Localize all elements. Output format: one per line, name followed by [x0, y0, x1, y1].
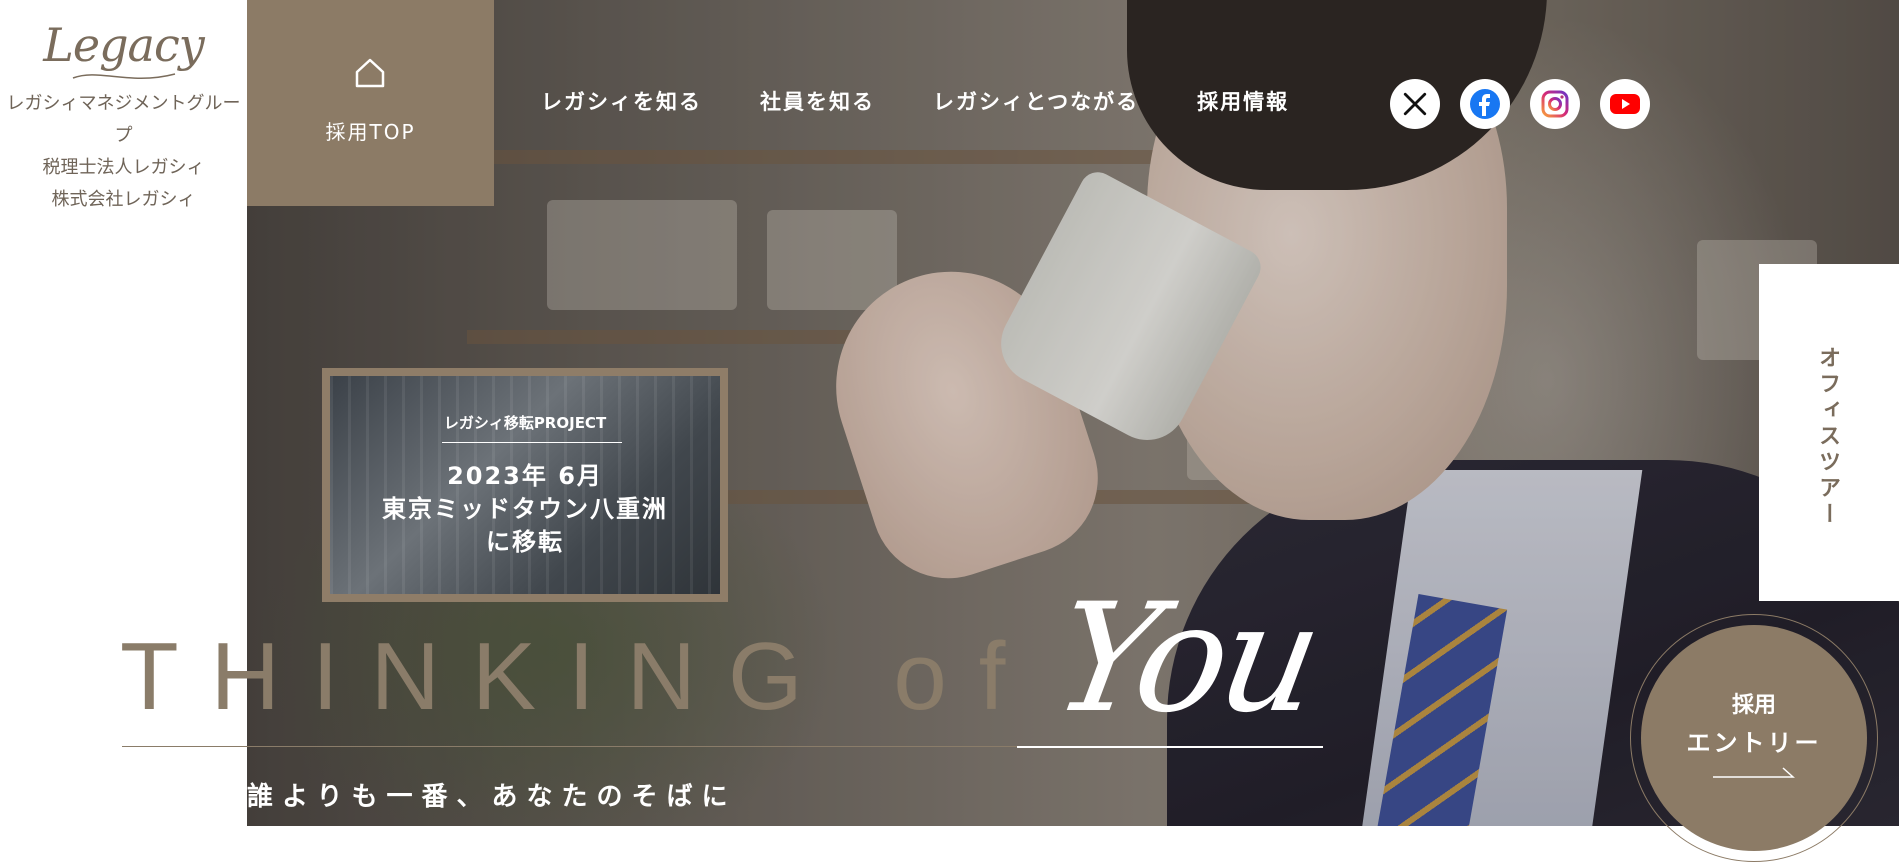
- office-tour-label: オフィスツアー: [1815, 346, 1840, 528]
- company-names: レガシィマネジメントグループ 税理士法人レガシィ 株式会社レガシィ: [0, 88, 247, 216]
- banner-date: 2023年 6月: [447, 462, 603, 490]
- recruit-top-label: 採用TOP: [325, 120, 416, 144]
- headline-underline-accent: [1017, 746, 1323, 748]
- banner-text: 2023年 6月 東京ミッドタウン八重洲 に移転: [330, 460, 720, 559]
- banner-location: 東京ミッドタウン八重洲: [382, 495, 668, 523]
- x-icon: [1403, 92, 1427, 116]
- nav-item-staff[interactable]: 社員を知る: [760, 86, 875, 116]
- instagram-icon: [1541, 90, 1569, 118]
- youtube-icon: [1610, 94, 1640, 114]
- legacy-logo: Legacy: [43, 18, 204, 72]
- relocation-banner[interactable]: レガシィ移転PROJECT 2023年 6月 東京ミッドタウン八重洲 に移転: [322, 368, 728, 602]
- banner-move: に移転: [486, 528, 564, 556]
- company-name: 税理士法人レガシィ: [42, 157, 205, 178]
- banner-label: レガシィ移転PROJECT: [443, 414, 607, 432]
- entry-label-2: エントリー: [1686, 729, 1822, 757]
- recruit-top-button[interactable]: 採用TOP: [247, 0, 494, 206]
- hero-headline: THINKING of: [120, 623, 1038, 730]
- office-tour-tab[interactable]: オフィスツアー: [1759, 264, 1899, 601]
- company-name: レガシィマネジメントグループ: [6, 93, 241, 146]
- logo-swirl-icon: [72, 73, 175, 80]
- x-link[interactable]: [1390, 79, 1440, 129]
- facebook-icon: [1470, 89, 1500, 119]
- hero-script-word: You: [1042, 572, 1329, 746]
- headline-underline: [122, 746, 1017, 747]
- social-links: [1390, 79, 1650, 129]
- hero-subtitle: 誰よりも一番、あなたのそばに: [247, 782, 737, 812]
- instagram-link[interactable]: [1530, 79, 1580, 129]
- facebook-link[interactable]: [1460, 79, 1510, 129]
- youtube-link[interactable]: [1600, 79, 1650, 129]
- banner-photo: レガシィ移転PROJECT 2023年 6月 東京ミッドタウン八重洲 に移転: [330, 376, 720, 594]
- company-name: 株式会社レガシィ: [51, 189, 196, 210]
- main-nav: レガシィを知る 社員を知る レガシィとつながる 採用情報: [541, 86, 1289, 116]
- nav-item-connect[interactable]: レガシィとつながる: [933, 86, 1139, 116]
- brand-block[interactable]: Legacy レガシィマネジメントグループ 税理士法人レガシィ 株式会社レガシィ: [0, 0, 247, 210]
- entry-label-1: 採用: [1731, 693, 1776, 718]
- entry-button[interactable]: 採用 エントリー: [1630, 614, 1878, 862]
- home-icon: [355, 58, 385, 88]
- banner-divider: [442, 442, 622, 443]
- arrow-right-icon: [1713, 767, 1795, 778]
- nav-item-recruit-info[interactable]: 採用情報: [1197, 86, 1289, 116]
- nav-item-about[interactable]: レガシィを知る: [541, 86, 702, 116]
